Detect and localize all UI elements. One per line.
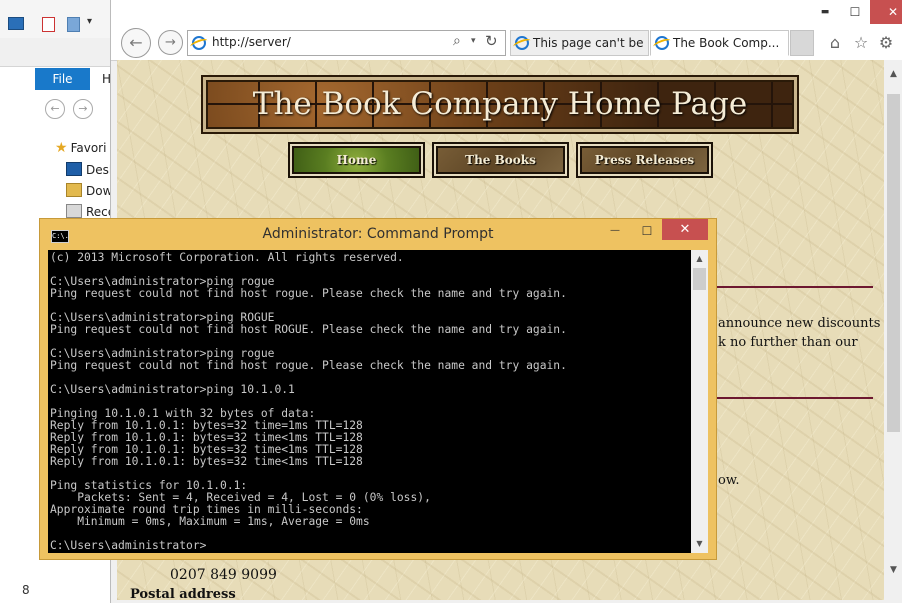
ribbon [0,38,110,67]
file-tab[interactable]: File [35,68,90,90]
command-prompt-window[interactable]: C:\. Administrator: Command Prompt — ☐ ✕… [39,218,717,560]
back-arrow-icon[interactable]: ← [45,99,65,119]
page-scrollbar[interactable]: ▲ ▼ [884,60,902,583]
postal-address-heading: Postal address [130,587,236,600]
new-tab-button[interactable] [790,30,814,56]
ie-tab-icon [655,36,669,50]
minimize-button[interactable]: ▬ [810,0,840,24]
console-line: Ping request could not find host rogue. … [50,287,567,300]
settings-gear-icon[interactable]: ⚙ [876,33,896,53]
console-output[interactable]: (c) 2013 Microsoft Corporation. All righ… [48,250,708,553]
new-folder-icon[interactable] [67,17,80,32]
forward-arrow-icon: → [165,35,176,50]
browser-titlebar: ▬ ☐ ✕ [111,0,902,27]
customize-toolbar-icon[interactable]: ▾ [87,16,92,27]
tree-item-downloads[interactable]: Dow [66,183,112,198]
page-text-below: ow. [718,473,740,488]
console-line: C:\Users\administrator> [50,539,207,552]
tree-item-recent[interactable]: Rece [66,204,115,219]
back-button[interactable]: ← [121,28,151,58]
star-icon: ★ [55,140,68,156]
scroll-up-arrow-icon[interactable]: ▲ [884,66,902,83]
page-title: The Book Company Home Page [252,86,748,122]
explorer-status-fragment: 8 [22,583,30,597]
nav-books-button[interactable]: The Books [432,142,569,178]
properties-icon[interactable] [42,17,55,32]
nav-press-releases-button[interactable]: Press Releases [576,142,713,178]
section-divider [715,397,873,399]
explorer-navigation: ← → [35,93,110,125]
page-banner: The Book Company Home Page [201,75,799,134]
console-scroll-down-arrow-icon[interactable]: ▼ [691,535,708,552]
desktop-icon [66,162,82,176]
console-line: Minimum = 0ms, Maximum = 1ms, Average = … [50,515,370,528]
cmd-maximize-button[interactable]: ☐ [632,221,662,241]
scroll-down-arrow-icon[interactable]: ▼ [884,562,902,579]
favorites-star-icon[interactable]: ☆ [851,33,871,53]
back-arrow-icon: ← [129,33,143,52]
forward-arrow-icon[interactable]: → [73,99,93,119]
console-line: Reply from 10.1.0.1: bytes=32 time<1ms T… [50,455,363,468]
cmd-close-button[interactable]: ✕ [662,219,708,240]
nav-home-button[interactable]: Home [288,142,425,178]
page-text-look-further: k no further than our [718,335,858,350]
refresh-icon[interactable]: ↻ [485,32,498,50]
dropdown-arrow-icon[interactable]: ▾ [471,36,476,46]
search-icon[interactable]: ⌕ [453,33,461,49]
browser-toolbar: ← → http://server/ ⌕ ▾ ↻ This page can't… [111,27,902,61]
close-button[interactable]: ✕ [870,0,902,24]
page-text-discounts: announce new discounts [718,316,881,331]
phone-number: 0207 849 9099 [170,567,277,583]
tab-book-company[interactable]: The Book Comp... [650,30,789,56]
console-line: Ping request could not find host ROGUE. … [50,323,567,336]
console-line: (c) 2013 Microsoft Corporation. All righ… [50,251,404,264]
maximize-button[interactable]: ☐ [840,0,870,24]
console-scrollbar[interactable]: ▲ ▼ [691,250,708,553]
computer-icon[interactable] [8,17,24,30]
console-scroll-thumb[interactable] [693,268,706,290]
home-icon[interactable]: ⌂ [825,33,845,53]
ie-tab-icon [515,36,529,50]
tree-item-desktop[interactable]: Desk [66,162,116,177]
forward-button[interactable]: → [158,30,183,55]
console-line: C:\Users\administrator>ping 10.1.0.1 [50,383,295,396]
scroll-thumb[interactable] [887,94,900,432]
tree-item-favorites[interactable]: ★ Favori [55,140,106,156]
tab-error-page[interactable]: This page can't be ... [510,30,649,56]
downloads-icon [66,183,82,197]
ie-page-icon [192,36,206,50]
console-line: Ping request could not find host rogue. … [50,359,567,372]
console-text[interactable]: (c) 2013 Microsoft Corporation. All righ… [50,252,567,552]
console-scroll-up-arrow-icon[interactable]: ▲ [691,250,708,267]
address-bar[interactable]: http://server/ ⌕ ▾ ↻ [187,30,506,56]
cmd-minimize-button[interactable]: — [600,221,630,241]
address-text[interactable]: http://server/ [212,35,291,49]
recent-places-icon [66,204,82,218]
section-divider [715,286,873,288]
quick-access-toolbar: ▾ [0,0,110,60]
